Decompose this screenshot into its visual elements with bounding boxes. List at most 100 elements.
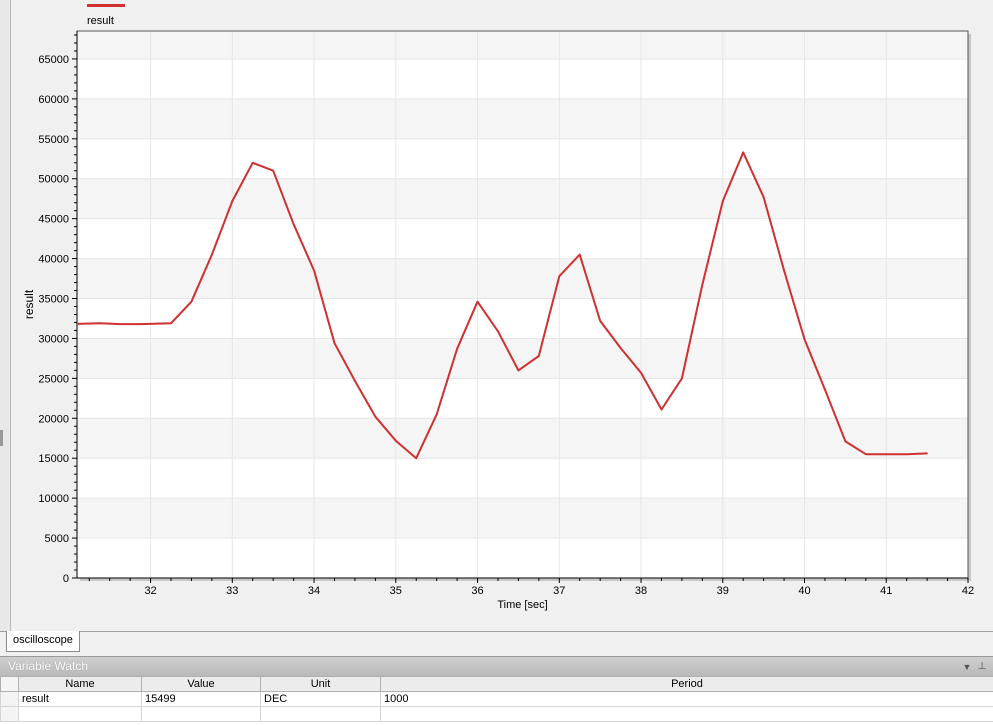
y-tick-label: 65000 — [38, 54, 69, 66]
row-header[interactable] — [0, 691, 19, 707]
plot-band — [77, 258, 968, 299]
table-row[interactable]: result 15499 DEC 1000 — [0, 691, 993, 707]
x-tick-label: 34 — [308, 585, 320, 597]
data-point — [721, 200, 724, 202]
table-header-row: Name Value Unit Period — [0, 676, 993, 692]
data-point — [865, 453, 867, 456]
cell-value[interactable]: 15499 — [141, 691, 261, 707]
y-tick-label: 45000 — [38, 214, 69, 226]
data-point — [681, 377, 683, 380]
y-axis-label: result — [22, 289, 36, 319]
data-point — [119, 323, 122, 325]
x-tick-label: 33 — [226, 585, 238, 597]
data-point — [599, 320, 601, 322]
data-point — [435, 413, 438, 416]
x-tick-label: 32 — [144, 585, 156, 597]
data-point — [783, 269, 785, 272]
y-tick-label: 50000 — [38, 174, 69, 186]
data-point — [333, 342, 336, 345]
cell-empty[interactable] — [141, 706, 261, 722]
data-point — [885, 453, 888, 456]
chart-legend: result — [87, 4, 125, 27]
data-point — [742, 151, 745, 154]
data-point — [640, 371, 642, 374]
data-point — [170, 322, 172, 325]
data-point — [68, 323, 70, 325]
table-row-empty[interactable] — [0, 706, 993, 722]
left-dock-border — [0, 0, 11, 632]
data-point — [701, 284, 704, 286]
x-axis-label: Time [sec] — [497, 599, 547, 611]
data-point — [497, 330, 499, 333]
row-header[interactable] — [0, 706, 19, 722]
y-tick-label: 35000 — [38, 294, 69, 306]
cell-unit[interactable]: DEC — [260, 691, 381, 707]
cell-empty[interactable] — [260, 706, 381, 722]
column-header-value[interactable]: Value — [141, 676, 261, 692]
x-tick-label: 38 — [635, 585, 647, 597]
tab-oscilloscope[interactable]: oscilloscope — [6, 631, 80, 652]
legend-swatch — [87, 4, 125, 7]
data-point — [844, 440, 847, 443]
variable-watch-table: Name Value Unit Period result 15499 DEC … — [0, 676, 993, 725]
y-tick-label: 5000 — [45, 533, 69, 545]
x-tick-label: 40 — [798, 585, 810, 597]
document-tab-strip: oscilloscope — [0, 631, 993, 656]
x-tick-label: 37 — [553, 585, 565, 597]
data-point — [456, 348, 458, 350]
data-point — [803, 338, 806, 341]
data-point — [313, 269, 315, 272]
splitter-handle[interactable] — [0, 430, 3, 446]
plot-band — [77, 178, 968, 219]
column-header-period[interactable]: Period — [380, 676, 993, 692]
data-point — [558, 275, 561, 277]
plot-band — [77, 98, 968, 139]
cell-period[interactable]: 1000 — [380, 691, 993, 707]
x-tick-label: 41 — [880, 585, 892, 597]
data-point — [824, 388, 826, 391]
data-point — [926, 452, 928, 455]
data-point — [231, 200, 234, 202]
chevron-down-icon[interactable]: ▼ — [961, 657, 973, 676]
cell-empty[interactable] — [18, 706, 142, 722]
data-point — [415, 457, 418, 460]
x-tick-label: 36 — [471, 585, 483, 597]
data-point — [251, 161, 254, 164]
cell-empty[interactable] — [380, 706, 993, 722]
legend-label: result — [87, 15, 114, 27]
data-point — [190, 300, 193, 303]
data-point — [660, 408, 663, 411]
data-point — [354, 379, 356, 382]
oscilloscope-pane: 32 33 34 35 36 37 38 39 40 41 42 0 5000 10000 15000 200… — [11, 0, 993, 632]
y-tick-label: 40000 — [38, 254, 69, 266]
data-point — [374, 415, 377, 418]
data-point — [517, 369, 520, 372]
x-tick-label: 39 — [717, 585, 729, 597]
data-point — [292, 223, 295, 226]
data-point — [211, 253, 213, 256]
y-tick-label: 30000 — [38, 333, 69, 345]
variable-watch-header: Variable Watch ▼ ⊥ — [0, 656, 993, 677]
data-point — [538, 355, 540, 357]
plot-band — [77, 31, 968, 59]
y-tick-label: 0 — [63, 573, 69, 585]
cell-name[interactable]: result — [18, 691, 142, 707]
row-header-corner — [0, 676, 19, 692]
data-point — [619, 347, 622, 349]
data-point — [905, 453, 908, 456]
plot-band — [77, 498, 968, 539]
y-tick-label: 55000 — [38, 134, 69, 146]
column-header-unit[interactable]: Unit — [260, 676, 381, 692]
plot-band — [77, 338, 968, 379]
y-tick-label: 15000 — [38, 453, 69, 465]
y-tick-label: 10000 — [38, 493, 69, 505]
data-point — [139, 323, 142, 325]
y-tick-label: 25000 — [38, 373, 69, 385]
oscilloscope-chart: 32 33 34 35 36 37 38 39 40 41 42 0 5000 10000 15000 200… — [22, 30, 974, 611]
column-header-name[interactable]: Name — [18, 676, 142, 692]
data-point — [578, 253, 581, 256]
pin-icon[interactable]: ⊥ — [976, 657, 988, 676]
variable-watch-title: Variable Watch — [8, 659, 89, 673]
y-tick-label: 60000 — [38, 94, 69, 106]
x-tick-label: 42 — [962, 585, 974, 597]
